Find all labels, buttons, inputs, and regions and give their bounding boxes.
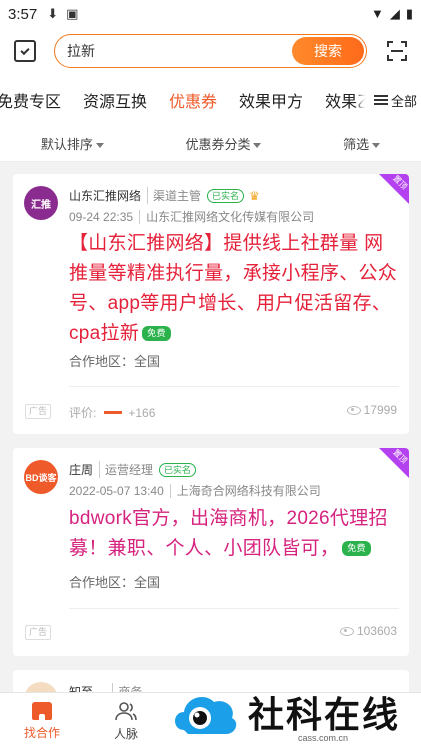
category-tabs: 免费专区 资源互换 优惠券 效果甲方 效果乙方 全部 bbox=[0, 74, 421, 126]
divider bbox=[69, 608, 399, 609]
eye-icon bbox=[339, 626, 354, 636]
post-date: 09-24 22:35 bbox=[69, 210, 134, 224]
caret-down-icon bbox=[372, 143, 381, 149]
verified-badge: 已实名 bbox=[159, 462, 197, 477]
listing-card[interactable]: 置顶 汇推 山东汇推网络 渠道主管 已实名 ♛ 09-24 22:35 山东汇推网… bbox=[13, 174, 409, 434]
status-time: 3:57 bbox=[8, 5, 38, 23]
coupon-category-label: 优惠券分类 bbox=[185, 137, 251, 152]
tab-party-a[interactable]: 效果甲方 bbox=[228, 88, 314, 112]
crown-icon: ♛ bbox=[249, 188, 260, 203]
all-tabs-label: 全部 bbox=[390, 93, 417, 109]
watermark: 社科在线 cass.com.cn bbox=[170, 680, 421, 750]
meta-line: 09-24 22:35 山东汇推网络文化传媒有限公司 bbox=[69, 208, 315, 225]
nav-contacts[interactable]: 人脉 bbox=[84, 693, 168, 750]
ad-tag: 广告 bbox=[25, 404, 52, 419]
listing-card[interactable]: 置顶 BD谈客 庄周 运营经理 已实名 2022-05-07 13:40 上海奇合… bbox=[13, 448, 409, 656]
listing-title[interactable]: 【山东汇推网络】提供线上社群量 网推量等精准执行量，承接小程序、公众号、app等… bbox=[69, 229, 399, 349]
checkin-calendar-icon[interactable] bbox=[14, 40, 36, 62]
publisher-line: 山东汇推网络 渠道主管 已实名 ♛ bbox=[69, 187, 260, 204]
tab-free-zone[interactable]: 免费专区 bbox=[0, 88, 72, 112]
view-count-value: 103603 bbox=[356, 624, 397, 638]
region-text: 合作地区：全国 bbox=[69, 575, 161, 590]
ad-tag: 广告 bbox=[25, 625, 52, 640]
publisher-role: 渠道主管 bbox=[147, 187, 201, 204]
meta-line: 2022-05-07 13:40 上海奇合网络科技有限公司 bbox=[69, 482, 321, 499]
search-button[interactable]: 搜索 bbox=[292, 37, 364, 65]
screen-filter[interactable]: 筛选 bbox=[343, 134, 381, 153]
company-name: 山东汇推网络文化传媒有限公司 bbox=[139, 210, 315, 224]
rating: 评价: +166 bbox=[69, 404, 155, 421]
free-badge: 免费 bbox=[342, 541, 371, 557]
caret-down-icon bbox=[95, 143, 104, 149]
scan-icon[interactable] bbox=[387, 41, 407, 61]
download-icon: ⬇ bbox=[47, 6, 59, 21]
listing-title-text: bdwork官方，出海商机，2026代理招募！兼职、个人、小团队皆可， bbox=[69, 508, 388, 559]
home-icon bbox=[32, 702, 52, 720]
caret-down-icon bbox=[253, 143, 262, 149]
nav-find-cooperation[interactable]: 找合作 bbox=[0, 693, 84, 750]
status-bar: 3:57 ⬇ ▣ ▼ ◢ ▮ bbox=[0, 0, 421, 28]
free-badge: 免费 bbox=[142, 326, 171, 342]
wifi-icon: ▼ bbox=[370, 6, 384, 21]
publisher-line: 庄周 运营经理 已实名 bbox=[69, 461, 197, 478]
post-date: 2022-05-07 13:40 bbox=[69, 484, 164, 498]
listing-title[interactable]: bdwork官方，出海商机，2026代理招募！兼职、个人、小团队皆可， 免费 bbox=[69, 504, 399, 564]
watermark-logo bbox=[175, 697, 237, 734]
rating-count: +166 bbox=[128, 405, 156, 420]
publisher-name: 庄周 bbox=[69, 463, 94, 477]
region-text: 合作地区：全国 bbox=[69, 354, 161, 369]
view-count: 17999 bbox=[346, 403, 397, 417]
company-name: 上海奇合网络科技有限公司 bbox=[169, 484, 321, 498]
rating-label: 评价: bbox=[69, 406, 97, 420]
watermark-text: 社科在线 bbox=[248, 694, 401, 735]
verified-badge: 已实名 bbox=[207, 188, 245, 203]
search-input[interactable] bbox=[67, 43, 277, 59]
publisher-name: 山东汇推网络 bbox=[69, 189, 142, 203]
search-bar: 搜索 bbox=[0, 28, 421, 74]
view-count-value: 17999 bbox=[363, 403, 397, 417]
coupon-category-filter[interactable]: 优惠券分类 bbox=[185, 134, 262, 153]
tab-coupons[interactable]: 优惠券 bbox=[158, 88, 228, 112]
battery-icon: ▮ bbox=[405, 6, 413, 21]
menu-icon bbox=[373, 93, 388, 107]
app-notification-icon: ▣ bbox=[66, 6, 79, 21]
screen-filter-label: 筛选 bbox=[343, 137, 370, 152]
sort-filter-label: 默认排序 bbox=[40, 137, 93, 152]
eye-icon bbox=[346, 405, 361, 415]
view-count: 103603 bbox=[339, 624, 397, 638]
nav-contacts-label: 人脉 bbox=[113, 727, 138, 741]
tab-resource-swap[interactable]: 资源互换 bbox=[72, 88, 158, 112]
publisher-role: 运营经理 bbox=[99, 461, 153, 478]
avatar[interactable]: BD谈客 bbox=[24, 460, 58, 494]
nav-find-cooperation-label: 找合作 bbox=[23, 726, 60, 740]
search-box: 搜索 bbox=[54, 34, 367, 68]
signal-icon: ◢ bbox=[389, 6, 400, 21]
all-tabs-button[interactable]: 全部 bbox=[365, 74, 421, 126]
watermark-url: cass.com.cn bbox=[298, 733, 349, 743]
divider bbox=[69, 386, 399, 387]
filter-bar: 默认排序 优惠券分类 筛选 bbox=[0, 126, 421, 162]
rating-bar bbox=[104, 411, 123, 414]
listing-title-text: 【山东汇推网络】提供线上社群量 网推量等精准执行量，承接小程序、公众号、app等… bbox=[69, 233, 398, 344]
sort-filter[interactable]: 默认排序 bbox=[41, 134, 104, 153]
avatar[interactable]: 汇推 bbox=[24, 186, 58, 220]
people-icon bbox=[115, 702, 137, 721]
